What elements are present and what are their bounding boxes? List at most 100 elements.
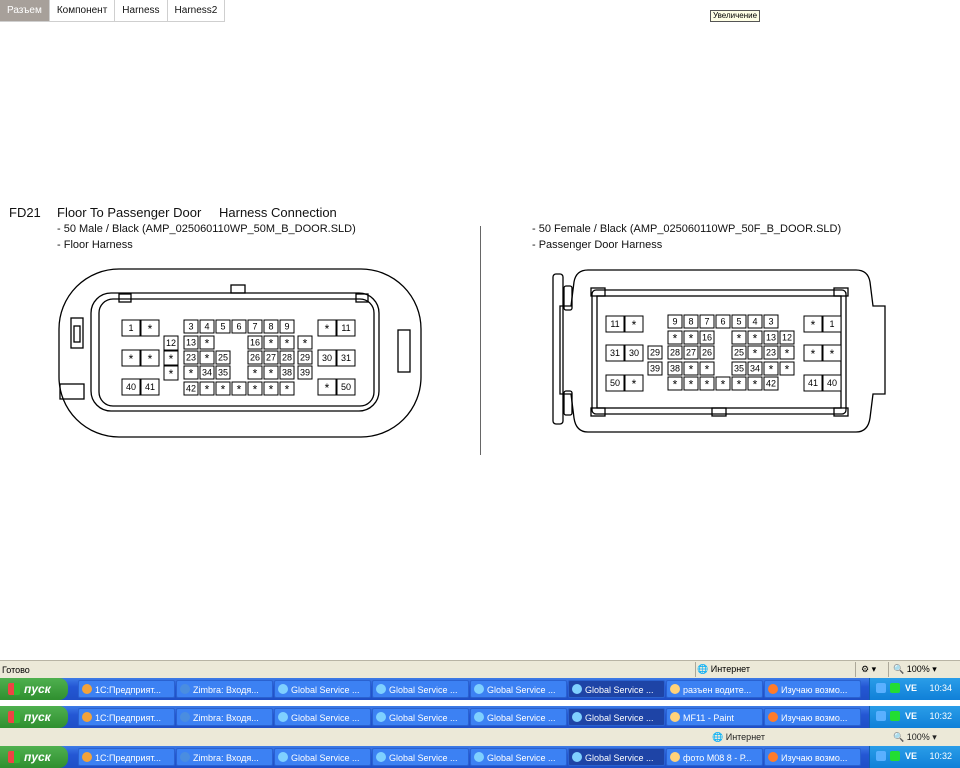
taskbar-button-label: Global Service ... <box>487 753 556 763</box>
taskbar-button-label: разъен водите... <box>683 685 752 695</box>
tab-harness2[interactable]: Harness2 <box>167 0 226 22</box>
pin-label: 42 <box>186 384 196 394</box>
pin-label: 3 <box>188 322 193 332</box>
taskbar-button[interactable]: Zimbra: Входя... <box>176 708 273 726</box>
taskbar-button[interactable]: фото М08 8 - Р... <box>666 748 763 766</box>
tab-harness[interactable]: Harness <box>115 0 168 22</box>
pin-label: * <box>205 383 210 397</box>
taskbar-button[interactable]: Global Service ... <box>274 748 371 766</box>
pin-label: * <box>737 332 742 346</box>
taskbar-button[interactable]: Изучаю возмо... <box>764 680 861 698</box>
taskbar-button[interactable]: Global Service ... <box>470 680 567 698</box>
pin-label: * <box>205 337 210 351</box>
pin-label: * <box>785 363 790 377</box>
pin-label: 29 <box>300 353 310 363</box>
start-label: пуск <box>24 750 51 764</box>
taskbar-button[interactable]: Global Service ... <box>372 680 469 698</box>
app-icon <box>376 712 386 722</box>
pin-label: * <box>221 383 226 397</box>
pin-label: 31 <box>341 353 351 363</box>
connector-code: FD21 <box>9 205 41 220</box>
pin-label: * <box>189 367 194 381</box>
taskbar-button[interactable]: разъен водите... <box>666 680 763 698</box>
tab-component[interactable]: Компонент <box>49 0 116 22</box>
network-icon <box>876 751 886 761</box>
pin-label: * <box>148 322 153 336</box>
connector-title: Floor To Passenger Door <box>57 205 202 220</box>
security-icon: ⚙ ▾ <box>861 664 877 674</box>
windows-flag-icon <box>8 711 20 723</box>
start-button[interactable]: пуск <box>0 746 68 768</box>
taskbar-button[interactable]: Global Service ... <box>568 748 665 766</box>
pin-label: * <box>253 367 258 381</box>
taskbar-button[interactable]: 1С:Предприят... <box>78 748 175 766</box>
pin-label: 34 <box>202 368 212 378</box>
pin-label: 13 <box>766 333 776 343</box>
pin-label: 28 <box>282 353 292 363</box>
connector-subtitle: Harness Connection <box>219 205 337 220</box>
right-harness-name: - Passenger Door Harness <box>532 239 663 251</box>
taskbar-button[interactable]: Global Service ... <box>470 708 567 726</box>
left-connector-spec: - 50 Male / Black (AMP_025060110WP_50M_B… <box>57 223 356 235</box>
network-icon <box>876 711 886 721</box>
taskbar-button[interactable]: Global Service ... <box>274 708 371 726</box>
male-pin-grid: 1 ** *40 4112**3 4 5 6 7 8 913 * 16 * * *23 * 25 26 27 28 29… <box>121 319 356 397</box>
taskbar-button[interactable]: Изучаю возмо... <box>764 748 861 766</box>
zoom-level: 100% <box>906 664 930 674</box>
pin-label: * <box>830 347 835 361</box>
language-indicator[interactable]: VE <box>905 751 917 761</box>
pin-label: * <box>325 381 330 395</box>
pin-label: 6 <box>720 317 725 327</box>
taskbar-button[interactable]: Global Service ... <box>470 748 567 766</box>
taskbar-button[interactable]: Global Service ... <box>372 748 469 766</box>
pin-label: * <box>769 363 774 377</box>
start-button[interactable]: пуск <box>0 706 68 728</box>
taskbar-button[interactable]: Global Service ... <box>274 680 371 698</box>
pin-label: 39 <box>650 364 660 374</box>
taskbar-button[interactable]: Global Service ... <box>568 680 665 698</box>
zoom-control[interactable]: 🔍 100% ▾ <box>893 664 937 675</box>
pin-label: * <box>129 352 134 366</box>
female-connector-diagram: 11 *31 3050 *9 8 7 6 5 4 3* * 16 * * 13 1229 28 27 26 25 * 23… <box>552 269 886 433</box>
pin-label: 41 <box>145 382 155 392</box>
pin-label: 38 <box>670 364 680 374</box>
pin-label: 7 <box>704 317 709 327</box>
internet-zone: 🌐 Интернет <box>697 664 750 675</box>
pin-label: 27 <box>266 353 276 363</box>
pin-label: 31 <box>610 348 620 358</box>
pin-label: * <box>689 363 694 377</box>
network-icon <box>876 683 886 693</box>
pin-label: 30 <box>322 353 332 363</box>
taskbar-button[interactable]: Global Service ... <box>372 708 469 726</box>
language-indicator[interactable]: VE <box>905 711 917 721</box>
pen-icon <box>890 751 900 761</box>
taskbar-button[interactable]: Изучаю возмо... <box>764 708 861 726</box>
app-icon <box>278 684 288 694</box>
language-indicator[interactable]: VE <box>905 683 917 693</box>
zoom-level: 100% <box>906 732 930 742</box>
female-pin-grid: 11 *31 3050 *9 8 7 6 5 4 3* * 16 * * 13 1229 28 27 26 25 * 23… <box>605 314 842 392</box>
pin-label: 35 <box>734 364 744 374</box>
pin-label: * <box>285 337 290 351</box>
system-tray: VE 10:32 <box>869 706 960 728</box>
app-icon <box>474 684 484 694</box>
taskbar-button[interactable]: 1С:Предприят... <box>78 708 175 726</box>
zoom-control-2[interactable]: 🔍 100% ▾ <box>893 732 937 743</box>
pin-label: * <box>325 322 330 336</box>
pin-label: 42 <box>766 379 776 389</box>
taskbar-button[interactable]: Zimbra: Входя... <box>176 748 273 766</box>
app-icon <box>180 712 190 722</box>
taskbar-button[interactable]: Global Service ... <box>568 708 665 726</box>
taskbar-button[interactable]: 1С:Предприят... <box>78 680 175 698</box>
pin-label: * <box>811 318 816 332</box>
taskbar-button-label: 1С:Предприят... <box>95 713 161 723</box>
taskbar-button[interactable]: MF11 - Paint <box>666 708 763 726</box>
pin-label: 8 <box>688 317 693 327</box>
tab-connector[interactable]: Разъем <box>0 0 50 22</box>
start-button[interactable]: пуск <box>0 678 68 700</box>
app-icon <box>572 752 582 762</box>
taskbar-button[interactable]: Zimbra: Входя... <box>176 680 273 698</box>
pin-label: 27 <box>686 348 696 358</box>
pin-label: 12 <box>782 333 792 343</box>
app-icon <box>82 712 92 722</box>
